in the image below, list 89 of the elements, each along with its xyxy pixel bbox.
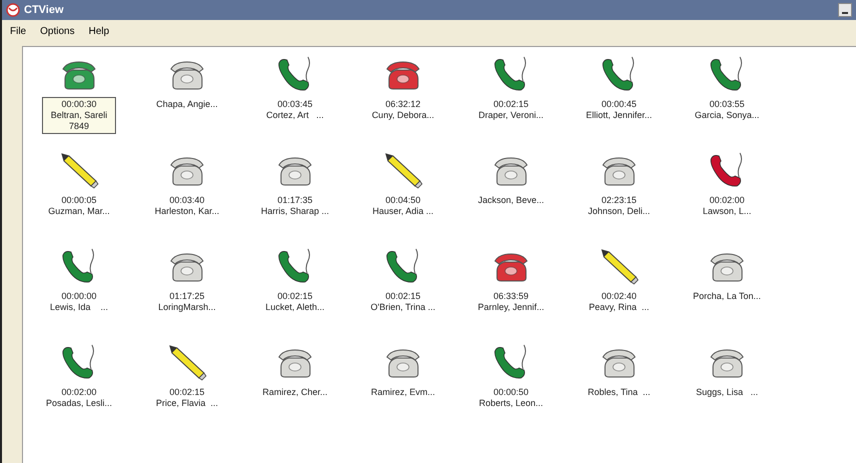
agent-label[interactable]: 00:03:55 Garcia, Sonya... xyxy=(686,97,768,123)
call-time: 00:00:00 xyxy=(61,291,97,302)
agent-name: Draper, Veroni... xyxy=(478,110,544,121)
agent-name: Guzman, Mar... xyxy=(48,206,110,217)
agent-name: Cuny, Debora... xyxy=(372,110,434,121)
call-time: 00:02:15 xyxy=(169,387,205,398)
call-time: 00:02:15 xyxy=(493,99,529,110)
agent-label[interactable]: 06:32:12 Cuny, Debora... xyxy=(362,97,444,123)
agent-name: Ramirez, Evm... xyxy=(370,387,435,398)
agent-name: Hauser, Adia ... xyxy=(372,206,434,217)
call-time: 00:03:40 xyxy=(169,195,205,206)
agent-name: Peavy, Rina ... xyxy=(588,302,650,313)
agent-label[interactable]: 00:02:15 O'Brien, Trina ... xyxy=(362,289,444,315)
agent-label[interactable]: 00:03:45 Cortez, Art ... xyxy=(257,97,333,123)
window-title: CTView xyxy=(24,2,64,18)
app-icon xyxy=(6,3,20,17)
call-time: 00:00:05 xyxy=(61,195,97,206)
call-time: 00:02:40 xyxy=(601,291,637,302)
agent-label[interactable]: 00:02:15 Price, Flavia ... xyxy=(146,385,227,411)
call-time: 06:33:59 xyxy=(493,291,529,302)
agent-name: Ramirez, Cher... xyxy=(262,387,328,398)
agent-label[interactable]: 00:02:15 Lucket, Aleth... xyxy=(256,289,334,315)
agent-label[interactable]: Jackson, Beve... xyxy=(468,193,554,208)
call-time: 00:03:45 xyxy=(277,99,313,110)
menu-item[interactable]: File xyxy=(10,24,26,38)
agent-label[interactable]: 00:02:40 Peavy, Rina ... xyxy=(580,289,658,315)
agent-name: Robles, Tina ... xyxy=(588,387,650,398)
pencil-icon xyxy=(599,247,639,285)
agent-name: Roberts, Leon... xyxy=(478,398,544,409)
agent-label[interactable]: Suggs, Lisa ... xyxy=(686,385,768,400)
agent-name: Harleston, Kar... xyxy=(154,206,220,217)
call-time: 00:00:30 xyxy=(61,99,97,110)
agent-name: Lewis, Ida ... xyxy=(50,302,108,313)
agent-label[interactable]: Ramirez, Evm... xyxy=(362,385,444,400)
agent-label[interactable]: 00:00:50 Roberts, Leon... xyxy=(470,385,552,411)
agent-label[interactable]: 00:02:00 Lawson, L... xyxy=(694,193,760,219)
agent-name: Price, Flavia ... xyxy=(156,398,218,409)
call-time: 00:02:15 xyxy=(385,291,421,302)
menu-item[interactable]: Help xyxy=(88,24,110,38)
agent-label[interactable]: 01:17:35 Harris, Sharap ... xyxy=(252,193,338,219)
agent-name: Chapa, Angie... xyxy=(156,99,218,110)
agent-label[interactable]: 00:00:30 Beltran, Sareli 7849 xyxy=(42,97,116,134)
agent-name: Lucket, Aleth... xyxy=(265,302,325,313)
pencil-icon xyxy=(59,151,99,189)
agent-label[interactable]: 02:23:15 Johnson, Deli... xyxy=(578,193,660,219)
pencil-icon xyxy=(167,343,207,381)
agent-name: Beltran, Sareli xyxy=(50,110,108,121)
agent-label[interactable]: 00:02:15 Draper, Veroni... xyxy=(469,97,553,123)
agent-name: Elliott, Jennifer... xyxy=(586,110,652,121)
call-time: 00:02:00 xyxy=(709,195,745,206)
agent-label[interactable]: 00:00:05 Guzman, Mar... xyxy=(39,193,119,219)
call-time: 01:17:35 xyxy=(277,195,313,206)
agent-name: Lawson, L... xyxy=(702,206,752,217)
agent-label[interactable]: 00:02:00 Posadas, Lesli... xyxy=(36,385,122,411)
extension-number: 7849 xyxy=(68,121,90,132)
agent-label[interactable]: 01:17:25 LoringMarsh... xyxy=(149,289,225,315)
agent-label[interactable]: Robles, Tina ... xyxy=(578,385,660,400)
agent-label[interactable]: Chapa, Angie... xyxy=(147,97,227,112)
call-time: 01:17:25 xyxy=(169,291,205,302)
call-time: 02:23:15 xyxy=(601,195,637,206)
call-time: 06:32:12 xyxy=(385,99,421,110)
agent-label[interactable]: 00:03:40 Harleston, Kar... xyxy=(146,193,228,219)
agent-label[interactable]: 00:00:00 Lewis, Ida ... xyxy=(40,289,118,315)
agent-name: Cortez, Art ... xyxy=(266,110,324,121)
call-time: 00:00:50 xyxy=(493,387,529,398)
call-time: 00:03:55 xyxy=(709,99,745,110)
call-time: 00:04:50 xyxy=(385,195,421,206)
minimize-button[interactable] xyxy=(838,3,852,17)
agent-name: Harris, Sharap ... xyxy=(260,206,330,217)
agent-name: Johnson, Deli... xyxy=(588,206,650,217)
agent-name: Parnley, Jennif... xyxy=(478,302,544,313)
agent-name: Jackson, Beve... xyxy=(478,195,544,206)
agent-name: Suggs, Lisa ... xyxy=(696,387,758,398)
minimize-icon xyxy=(842,12,848,14)
pencil-icon xyxy=(383,151,423,189)
agent-name: O'Brien, Trina ... xyxy=(370,302,436,313)
agent-label[interactable]: 06:33:59 Parnley, Jennif... xyxy=(468,289,554,315)
call-time: 00:02:15 xyxy=(277,291,313,302)
agent-name: Porcha, La Ton... xyxy=(693,291,761,302)
agent-name: LoringMarsh... xyxy=(158,302,216,313)
call-time: 00:00:45 xyxy=(601,99,637,110)
agent-label[interactable]: Ramirez, Cher... xyxy=(253,385,337,400)
agent-label[interactable]: 00:04:50 Hauser, Adia ... xyxy=(363,193,443,219)
call-time: 00:02:00 xyxy=(61,387,97,398)
agent-label[interactable]: 00:00:45 Elliott, Jennifer... xyxy=(576,97,662,123)
agent-label[interactable]: Porcha, La Ton... xyxy=(684,289,770,304)
agent-name: Garcia, Sonya... xyxy=(694,110,760,121)
agent-name: Posadas, Lesli... xyxy=(46,398,112,409)
menu-item[interactable]: Options xyxy=(40,24,75,38)
